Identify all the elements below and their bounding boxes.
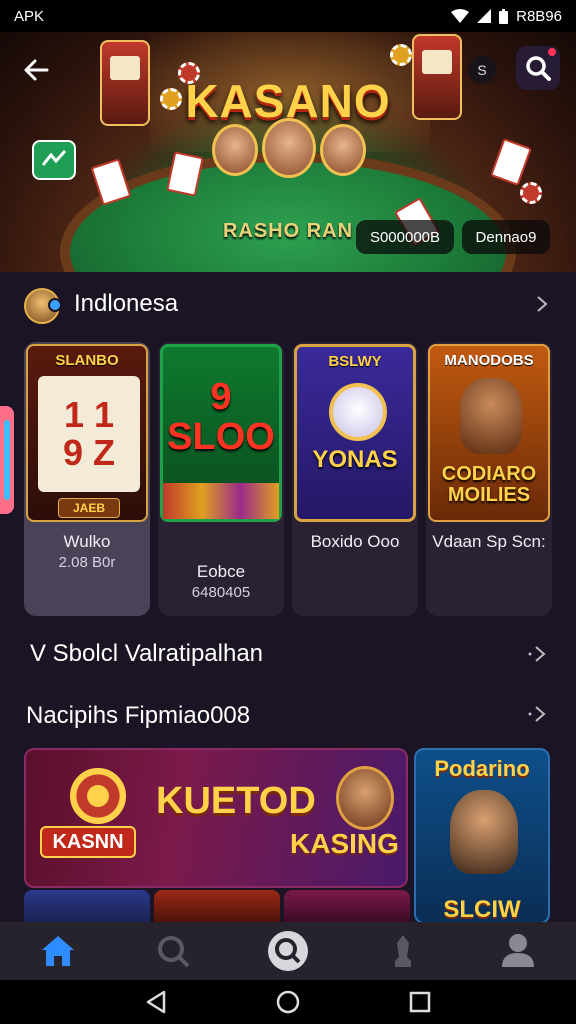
game-card[interactable]: BSLWY YONAS Boxido Ooo bbox=[292, 342, 418, 616]
game-art-banner: JAEB bbox=[58, 498, 120, 518]
game-meta: 2.08 B0r bbox=[58, 554, 116, 571]
nav-games[interactable] bbox=[375, 926, 431, 976]
explore-search-icon bbox=[267, 931, 308, 971]
slot-reels: 1 1 9 Z bbox=[38, 376, 140, 492]
status-icons: R8B96 bbox=[451, 8, 562, 25]
notification-dot bbox=[548, 48, 556, 56]
character-avatar bbox=[320, 124, 366, 176]
promo-badge[interactable]: S bbox=[468, 56, 496, 84]
game-card[interactable]: SLANBO 1 1 9 Z JAEB Wulko 2.08 B0r bbox=[24, 342, 150, 616]
section-title-indonesia: Indlonesa bbox=[74, 290, 179, 317]
character-avatar bbox=[262, 118, 316, 178]
home-icon bbox=[41, 936, 74, 966]
game-art-title: 9 SLOO bbox=[167, 376, 275, 458]
poker-chip-graphic bbox=[520, 182, 542, 204]
game-art: 9 SLOO bbox=[160, 344, 282, 522]
recents-square-icon[interactable] bbox=[409, 991, 431, 1013]
section-title-second: V Sbolcl Valratipalhan bbox=[30, 640, 264, 667]
banner-subtitle: KASING bbox=[290, 828, 399, 859]
search-button[interactable] bbox=[516, 46, 560, 90]
hero-characters bbox=[212, 118, 366, 178]
region-verified-dot bbox=[48, 298, 62, 312]
home-circle-icon[interactable] bbox=[276, 990, 300, 1014]
section-title-third: Nacipihs Fipmiao008 bbox=[26, 702, 251, 729]
banner-side-title: Podarino bbox=[434, 756, 530, 781]
banner-side-footer: SLCIW bbox=[443, 896, 521, 923]
character-avatar bbox=[450, 790, 518, 874]
game-art: SLANBO 1 1 9 Z JAEB bbox=[26, 344, 148, 522]
mascot-icon bbox=[329, 383, 387, 441]
nav-profile[interactable] bbox=[490, 926, 546, 976]
chevron-right-icon[interactable] bbox=[532, 294, 552, 314]
game-thumbnail[interactable] bbox=[154, 890, 280, 924]
system-nav-bar bbox=[0, 980, 576, 1024]
nav-home[interactable] bbox=[30, 926, 86, 976]
banner-title: KUETOD bbox=[156, 780, 316, 822]
hero-pill-left[interactable]: S000000B bbox=[356, 220, 454, 254]
chevron-right-icon[interactable] bbox=[528, 644, 548, 664]
search-icon bbox=[526, 56, 551, 81]
wheel-icon bbox=[70, 768, 126, 824]
game-art-label: BSLWY bbox=[328, 353, 382, 370]
side-drawer-handle[interactable] bbox=[0, 406, 14, 514]
game-thumbnail[interactable] bbox=[24, 890, 150, 924]
game-thumbnail[interactable] bbox=[284, 890, 410, 924]
character-avatar bbox=[336, 766, 394, 830]
game-name: Vdaan Sp Scn: bbox=[432, 532, 546, 551]
back-button[interactable] bbox=[18, 52, 54, 88]
game-art-strip bbox=[163, 483, 279, 519]
carrier-label: APK bbox=[14, 7, 45, 25]
game-name: Eobce bbox=[196, 562, 246, 581]
user-icon bbox=[502, 934, 535, 967]
game-art-title: 1 1 9 Z bbox=[62, 394, 115, 473]
game-card[interactable]: 9 SLOO Eobce 6480405 bbox=[158, 342, 284, 616]
arrow-left-icon bbox=[24, 59, 49, 81]
brand-logo-icon bbox=[41, 149, 67, 166]
back-triangle-icon[interactable] bbox=[145, 990, 167, 1014]
bottom-nav bbox=[0, 922, 576, 980]
poker-chip-graphic bbox=[390, 44, 412, 66]
chevron-right-icon[interactable] bbox=[528, 704, 548, 724]
character-avatar bbox=[212, 124, 258, 176]
game-art-label: MANODOBS bbox=[444, 352, 534, 369]
battery-icon bbox=[499, 8, 509, 24]
game-meta: 6480405 bbox=[191, 584, 251, 601]
game-art: BSLWY YONAS bbox=[294, 344, 416, 522]
search-icon bbox=[157, 936, 190, 968]
nav-explore[interactable] bbox=[260, 926, 316, 976]
chess-piece-icon bbox=[395, 935, 412, 967]
brand-logo-icon[interactable] bbox=[32, 140, 76, 180]
promo-banner-side[interactable]: Podarino SLCIW bbox=[414, 748, 550, 924]
signal-icon bbox=[477, 9, 492, 23]
character-avatar bbox=[460, 378, 522, 454]
hero-pill-right[interactable]: Dennao9 bbox=[462, 220, 550, 254]
game-name: Boxido Ooo bbox=[310, 532, 400, 551]
status-bar: APK R8B96 bbox=[0, 0, 576, 32]
wifi-icon bbox=[451, 9, 470, 23]
game-name: Wulko bbox=[63, 532, 111, 551]
battery-text: R8B96 bbox=[516, 7, 562, 25]
promo-banner-main[interactable]: KASNN KUETOD KASING bbox=[24, 748, 408, 888]
game-art: MANODOBS CODIARO MOILIES bbox=[428, 344, 550, 522]
game-card[interactable]: MANODOBS CODIARO MOILIES Vdaan Sp Scn: bbox=[426, 342, 552, 616]
banner-left-label: KASNN bbox=[40, 826, 136, 858]
game-art-title: CODIARO MOILIES bbox=[441, 463, 537, 506]
playing-card-graphic bbox=[490, 138, 532, 186]
game-art-label: SLANBO bbox=[55, 352, 119, 369]
game-art-title: YONAS bbox=[312, 446, 398, 473]
nav-search[interactable] bbox=[145, 926, 201, 976]
